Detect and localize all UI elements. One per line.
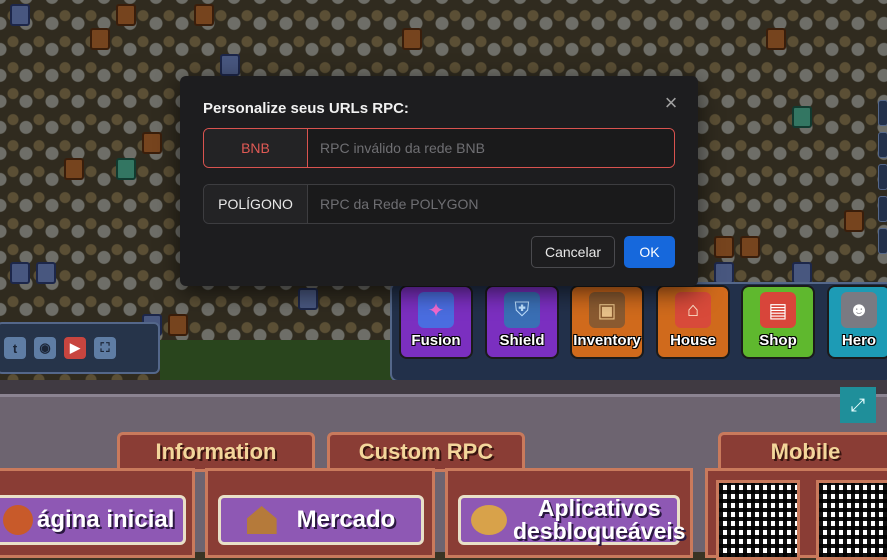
qr-code xyxy=(816,480,887,560)
close-icon[interactable]: × xyxy=(662,92,680,114)
house-label: House xyxy=(670,332,716,349)
bnb-addon-label: BNB xyxy=(204,129,308,167)
unlockable-apps-label: Aplicativos desbloqueáveis xyxy=(513,495,686,544)
fusion-icon: ✦ xyxy=(418,292,454,328)
market-label: Mercado xyxy=(296,506,396,533)
discord-icon[interactable]: ◉ xyxy=(34,337,56,359)
inventory-label: Inventory xyxy=(573,332,641,349)
edge-button[interactable] xyxy=(878,228,887,254)
youtube-icon[interactable]: ▶ xyxy=(64,337,86,359)
shield-icon: ⛨ xyxy=(504,292,540,328)
bnb-input-group: BNB xyxy=(203,128,675,168)
edge-button[interactable] xyxy=(878,164,887,190)
lower-band xyxy=(0,380,887,397)
house-button[interactable]: ⌂ House xyxy=(656,285,730,359)
home-icon xyxy=(3,505,33,535)
twitter-icon[interactable]: t xyxy=(4,337,26,359)
hero-label: Hero xyxy=(841,332,877,349)
social-bar: t ◉ ▶ ⛶ xyxy=(0,322,160,374)
chest-icon: ▣ xyxy=(589,292,625,328)
edge-button[interactable] xyxy=(878,196,887,222)
tab-mobile[interactable]: Mobile xyxy=(718,432,887,472)
expand-icon[interactable]: ⤢ xyxy=(840,387,876,423)
qr-code xyxy=(716,480,800,560)
ok-button[interactable]: OK xyxy=(624,236,675,268)
inventory-button[interactable]: ▣ Inventory xyxy=(570,285,644,359)
polygon-input-group: POLÍGONO xyxy=(203,184,675,224)
bnb-rpc-input[interactable] xyxy=(308,129,674,167)
home-label: ágina inicial xyxy=(37,506,175,533)
hero-icon: ☻ xyxy=(841,292,877,328)
tab-information[interactable]: Information xyxy=(117,432,315,472)
hero-button[interactable]: ☻ Hero xyxy=(827,285,887,359)
polygon-addon-label: POLÍGONO xyxy=(204,185,308,223)
house-icon: ⌂ xyxy=(675,292,711,328)
fullscreen-icon[interactable]: ⛶ xyxy=(94,337,116,359)
home-button[interactable]: ágina inicial xyxy=(0,495,186,545)
shield-button[interactable]: ⛨ Shield xyxy=(485,285,559,359)
rpc-modal: Personalize seus URLs RPC: × BNB POLÍGON… xyxy=(180,76,698,286)
house-icon xyxy=(246,506,277,534)
edge-button[interactable] xyxy=(878,100,887,126)
tab-custom-rpc[interactable]: Custom RPC xyxy=(327,432,525,472)
modal-title: Personalize seus URLs RPC: xyxy=(203,100,409,117)
right-edge-buttons xyxy=(878,100,887,260)
unlockable-apps-button[interactable]: Aplicativos desbloqueáveis xyxy=(458,495,686,545)
shop-button[interactable]: ▤ Shop xyxy=(741,285,815,359)
shield-label: Shield xyxy=(499,332,545,349)
fusion-label: Fusion xyxy=(411,332,461,349)
market-button[interactable]: Mercado xyxy=(218,495,424,545)
polygon-rpc-input[interactable] xyxy=(308,185,674,223)
shop-label: Shop xyxy=(759,332,797,349)
coins-icon xyxy=(471,505,507,535)
cancel-button[interactable]: Cancelar xyxy=(531,236,615,268)
edge-button[interactable] xyxy=(878,132,887,158)
shop-icon: ▤ xyxy=(760,292,796,328)
fusion-button[interactable]: ✦ Fusion xyxy=(399,285,473,359)
